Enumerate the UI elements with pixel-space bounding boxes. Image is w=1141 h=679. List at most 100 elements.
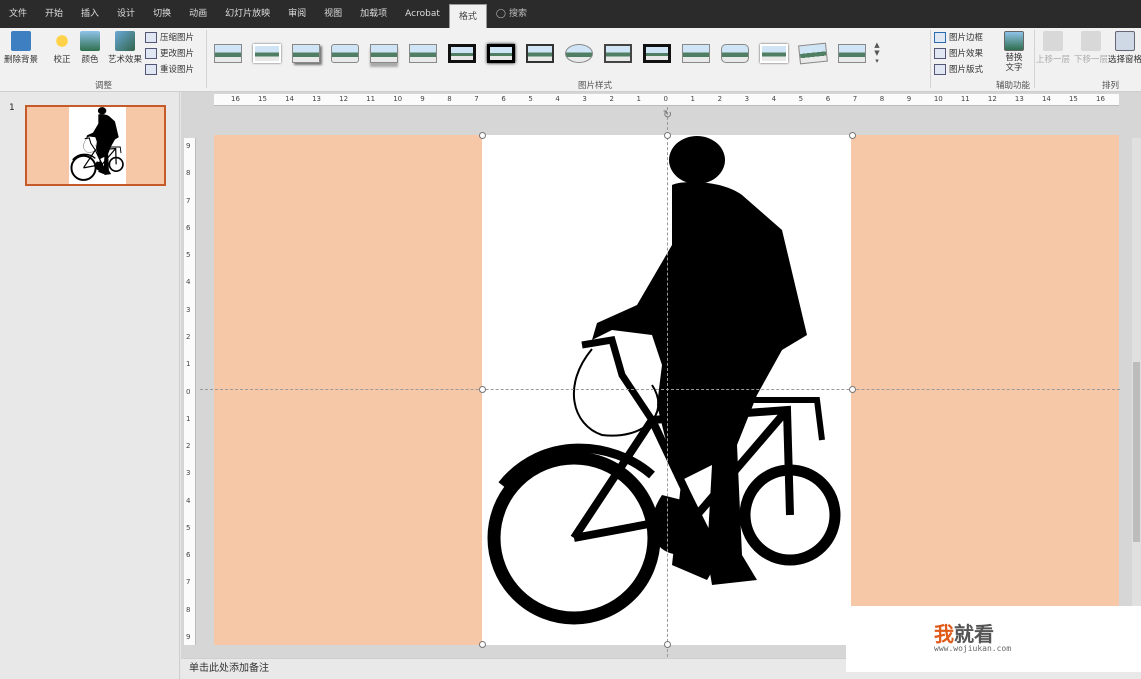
picture-style-15[interactable] [756, 40, 791, 66]
layout-icon [934, 63, 946, 75]
ruler-tick: 1 [186, 414, 191, 423]
picture-style-8[interactable] [483, 40, 518, 66]
ruler-tick: 8 [879, 95, 885, 103]
alt-text-icon [1004, 31, 1024, 51]
tab-view[interactable]: 视图 [315, 0, 351, 28]
tab-file[interactable]: 文件 [0, 0, 36, 28]
resize-handle-top-right[interactable] [849, 132, 856, 139]
compress-pictures-button[interactable]: 压缩图片 [145, 31, 194, 43]
picture-effects-button[interactable]: 图片效果 [934, 47, 983, 59]
ruler-tick: 3 [186, 305, 191, 314]
style-thumb [759, 43, 788, 63]
ruler-tick: 9 [186, 142, 191, 150]
ruler-tick: 7 [186, 196, 191, 205]
group-divider [206, 30, 207, 88]
lightbulb-icon: ◯ [495, 9, 506, 19]
more-icon: ▾ [875, 57, 879, 65]
tab-review[interactable]: 审阅 [279, 0, 315, 28]
ruler-tick: 6 [186, 551, 191, 560]
picture-layout-button[interactable]: 图片版式 [934, 63, 983, 75]
rotate-handle-icon[interactable]: ↻ [661, 109, 674, 122]
ruler-tick: 14 [285, 95, 294, 103]
color-button[interactable]: 颜色 [80, 31, 100, 65]
vertical-smart-guide [667, 107, 668, 657]
alt-text-button[interactable]: 替换 文字 [1004, 31, 1024, 73]
group-label-picture-styles: 图片样式 [578, 81, 613, 91]
ruler-tick: 2 [717, 95, 723, 103]
tab-slideshow[interactable]: 幻灯片放映 [216, 0, 279, 28]
resize-handle-bottom-left[interactable] [479, 641, 486, 648]
resize-handle-top[interactable] [664, 132, 671, 139]
horizontal-ruler: 16 15 14 13 12 11 10 9 8 7 6 5 4 3 2 1 0 1 2 3 4 5 6 7 8 9 10 11 12 1… [214, 94, 1119, 106]
tab-format[interactable]: 格式 [448, 4, 487, 28]
tab-design[interactable]: 设计 [108, 0, 144, 28]
sun-icon [52, 31, 72, 51]
selection-pane-button[interactable]: 选择窗格 [1108, 31, 1141, 65]
picture-style-10[interactable] [561, 40, 596, 66]
picture-style-3[interactable] [288, 40, 323, 66]
reset-picture-icon [145, 63, 157, 75]
ruler-tick: 1 [186, 360, 191, 369]
ruler-tick: 4 [186, 278, 191, 287]
style-thumb [525, 43, 554, 63]
change-picture-button[interactable]: 更改图片 [145, 47, 194, 59]
picture-style-6[interactable] [405, 40, 440, 66]
picture-style-13[interactable] [678, 40, 713, 66]
remove-background-button[interactable]: 删除背景 [4, 31, 38, 65]
ruler-tick: 5 [186, 523, 191, 532]
style-thumb [603, 43, 632, 63]
ruler-tick: 13 [1014, 95, 1024, 103]
send-backward-button[interactable]: 下移一层 [1074, 31, 1108, 65]
style-thumb [408, 43, 437, 63]
ruler-tick: 2 [186, 332, 191, 341]
picture-style-11[interactable] [600, 40, 635, 66]
resize-handle-bottom[interactable] [664, 641, 671, 648]
picture-style-9[interactable] [522, 40, 557, 66]
vertical-ruler: 9 8 7 6 5 4 3 2 1 0 1 2 3 4 5 6 7 8 9 [184, 138, 196, 645]
slide-thumbnail-1[interactable] [25, 105, 166, 186]
picture-style-12[interactable] [639, 40, 674, 66]
tab-animations[interactable]: 动画 [180, 0, 216, 28]
style-thumb [447, 43, 476, 63]
ruler-tick: 16 [231, 95, 240, 103]
style-thumb [720, 43, 749, 63]
picture-style-7[interactable] [444, 40, 479, 66]
ruler-tick: 4 [555, 95, 560, 103]
artistic-effects-button[interactable]: 艺术效果 [108, 31, 142, 65]
gallery-scroll[interactable]: ▲ ▼ ▾ [873, 40, 881, 66]
picture-style-2[interactable] [249, 40, 284, 66]
picture-style-4[interactable] [327, 40, 362, 66]
picture-style-16[interactable] [795, 40, 830, 66]
picture-style-1[interactable] [210, 40, 245, 66]
tab-acrobat[interactable]: Acrobat [396, 0, 449, 28]
picture-style-17[interactable] [834, 40, 869, 66]
style-thumb [291, 43, 320, 63]
picture-style-5[interactable] [366, 40, 401, 66]
tell-me-search[interactable]: ◯ 搜索 [487, 0, 536, 28]
vertical-scrollbar-thumb[interactable] [1133, 362, 1140, 542]
cyclist-silhouette-thumb [70, 106, 124, 181]
tab-insert[interactable]: 插入 [72, 0, 108, 28]
ruler-tick: 3 [744, 95, 750, 103]
slide-number: 1 [9, 103, 15, 113]
bring-forward-icon [1043, 31, 1063, 51]
reset-picture-button[interactable]: 重设图片 [145, 63, 194, 75]
style-thumb [486, 43, 515, 63]
tab-home[interactable]: 开始 [36, 0, 72, 28]
resize-handle-right[interactable] [849, 386, 856, 393]
picture-style-14[interactable] [717, 40, 752, 66]
picture-border-button[interactable]: 图片边框 [934, 31, 983, 43]
tab-transitions[interactable]: 切换 [144, 0, 180, 28]
style-thumb [797, 42, 828, 64]
style-thumb [681, 43, 710, 63]
scroll-down-icon: ▼ [874, 49, 880, 57]
corrections-button[interactable]: 校正 [52, 31, 72, 65]
tab-addins[interactable]: 加载项 [351, 0, 396, 28]
resize-handle-top-left[interactable] [479, 132, 486, 139]
ruler-tick: 5 [186, 251, 191, 260]
ruler-tick: 16 [1096, 95, 1105, 103]
resize-handle-left[interactable] [479, 386, 486, 393]
bring-forward-button[interactable]: 上移一层 [1036, 31, 1070, 65]
ruler-tick: 8 [186, 605, 191, 614]
watermark-logo: 我就看 www.wojiukan.com [846, 606, 1141, 672]
